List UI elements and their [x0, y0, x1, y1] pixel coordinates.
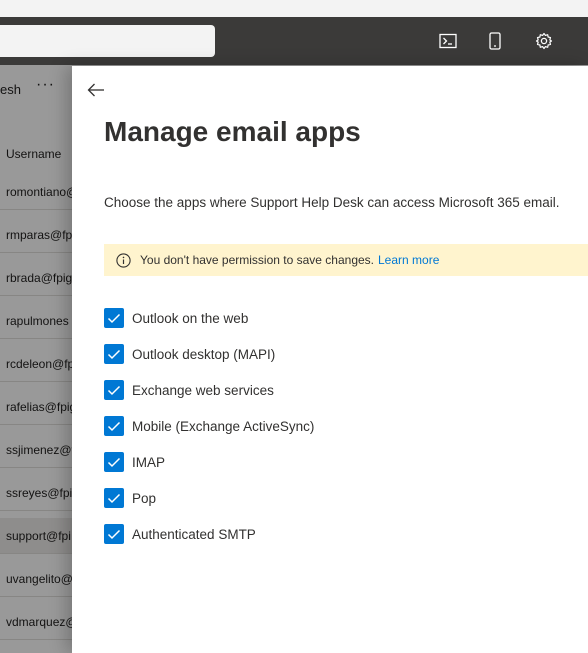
checkbox-checked[interactable] [104, 488, 124, 508]
panel-title: Manage email apps [104, 116, 361, 147]
back-button[interactable] [86, 80, 106, 100]
checkmark-icon [107, 493, 121, 503]
checkbox-checked[interactable] [104, 308, 124, 328]
option-label: Pop [132, 490, 157, 506]
browser-top-strip [0, 0, 588, 17]
checkmark-icon [107, 457, 121, 467]
checkbox-checked[interactable] [104, 344, 124, 364]
checkmark-icon [107, 421, 121, 431]
option-label: Outlook desktop (MAPI) [132, 346, 276, 362]
checkmark-icon [107, 529, 121, 539]
option-outlook-web[interactable]: Outlook on the web [104, 308, 504, 328]
option-exchange-web-services[interactable]: Exchange web services [104, 380, 504, 400]
app-header [0, 17, 588, 65]
gear-icon[interactable] [532, 29, 556, 53]
option-label: Mobile (Exchange ActiveSync) [132, 418, 315, 434]
option-label: Exchange web services [132, 382, 274, 398]
permission-warning-banner: You don't have permission to save change… [104, 244, 588, 276]
checkbox-checked[interactable] [104, 524, 124, 544]
checkmark-icon [107, 385, 121, 395]
back-arrow-icon [87, 83, 104, 97]
option-outlook-desktop[interactable]: Outlook desktop (MAPI) [104, 344, 504, 364]
option-authenticated-smtp[interactable]: Authenticated SMTP [104, 524, 504, 544]
terminal-icon[interactable] [436, 29, 460, 53]
banner-message: You don't have permission to save change… [140, 253, 374, 267]
checkmark-icon [107, 349, 121, 359]
learn-more-link[interactable]: Learn more [378, 253, 439, 267]
checkbox-checked[interactable] [104, 380, 124, 400]
option-mobile-activesync[interactable]: Mobile (Exchange ActiveSync) [104, 416, 504, 436]
info-icon [116, 252, 131, 268]
checkmark-icon [107, 313, 121, 323]
option-label: Authenticated SMTP [132, 526, 256, 542]
manage-email-apps-panel: Manage email apps Choose the apps where … [72, 66, 588, 653]
mobile-icon[interactable] [483, 29, 507, 53]
checkbox-checked[interactable] [104, 416, 124, 436]
checkbox-checked[interactable] [104, 452, 124, 472]
search-input[interactable] [0, 25, 215, 57]
option-label: Outlook on the web [132, 310, 249, 326]
option-imap[interactable]: IMAP [104, 452, 504, 472]
option-label: IMAP [132, 454, 166, 470]
panel-description: Choose the apps where Support Help Desk … [104, 195, 560, 210]
option-pop[interactable]: Pop [104, 488, 504, 508]
